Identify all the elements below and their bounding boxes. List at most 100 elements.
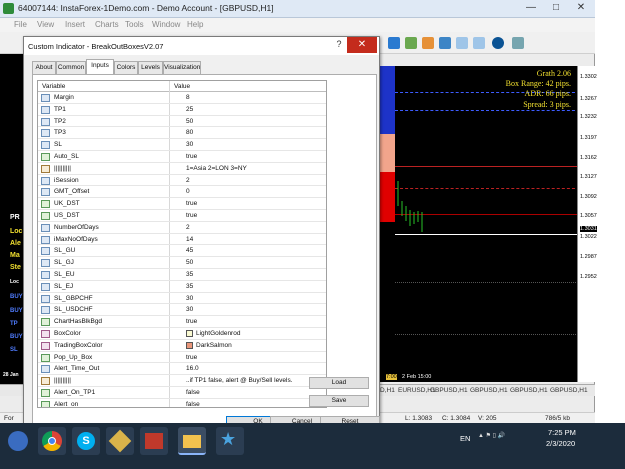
zoom-out-icon[interactable] xyxy=(473,37,485,49)
input-row[interactable]: Alert_Time_Out 16.0 xyxy=(38,363,326,376)
symbol-tab[interactable]: GBPUSD,H1 xyxy=(430,387,468,394)
color-swatch[interactable] xyxy=(186,341,193,349)
input-value[interactable]: true xyxy=(186,212,197,219)
file-explorer-icon[interactable] xyxy=(178,427,206,455)
clock-time[interactable]: 7:25 PM xyxy=(548,428,576,437)
start-icon[interactable] xyxy=(8,431,28,451)
tray-icons[interactable]: ▲ ⚑ ▯ 🔊 xyxy=(478,432,505,439)
input-value[interactable]: 30 xyxy=(186,295,193,302)
input-row[interactable]: iMaxNoOfDays 14 xyxy=(38,234,326,246)
app-icon[interactable] xyxy=(106,427,134,455)
input-row[interactable]: BoxColor LightGoldenrod xyxy=(38,328,326,340)
input-value[interactable]: 25 xyxy=(186,106,193,113)
color-swatch[interactable] xyxy=(186,330,193,337)
tab-colors[interactable]: Colors xyxy=(114,61,138,74)
symbol-tab[interactable]: GBPUSD,H1 xyxy=(510,387,548,394)
help-button[interactable]: ? xyxy=(332,39,346,52)
input-row[interactable]: Pop_Up_Box true xyxy=(38,352,326,364)
input-row[interactable]: US_DST true xyxy=(38,210,326,222)
input-row[interactable]: TP1 25 xyxy=(38,104,326,116)
tab-visualization[interactable]: Visualization xyxy=(163,61,201,74)
input-value[interactable]: 50 xyxy=(186,118,193,125)
input-row[interactable]: |||||||||| 1=Asia 2=LON 3=NY xyxy=(38,163,326,175)
symbol-tab[interactable]: GBPUSD,H1 xyxy=(550,387,588,394)
input-row[interactable]: |||||||||| ..if TP1 false, alert @ Buy/Se… xyxy=(38,375,326,387)
input-row[interactable]: SL_EU 35 xyxy=(38,269,326,281)
input-row[interactable]: TradingBoxColor DarkSalmon xyxy=(38,340,326,352)
chrome-icon[interactable] xyxy=(38,427,66,455)
input-value[interactable]: 50 xyxy=(186,259,193,266)
menu-file[interactable]: File xyxy=(14,20,27,29)
input-row[interactable]: Alert_on false xyxy=(38,399,326,407)
input-row[interactable]: NumberOfDays 2 xyxy=(38,222,326,234)
zoom-in-icon[interactable] xyxy=(456,37,468,49)
load-button[interactable]: Load xyxy=(309,377,369,389)
input-value[interactable]: LightGoldenrod xyxy=(196,330,240,337)
input-row[interactable]: GMT_Offset 0 xyxy=(38,186,326,199)
input-value[interactable]: 35 xyxy=(186,271,193,278)
input-value[interactable]: 45 xyxy=(186,247,193,254)
input-value[interactable]: 30 xyxy=(186,141,193,148)
input-value[interactable]: true xyxy=(186,153,197,160)
input-value[interactable]: true xyxy=(186,354,197,361)
input-row[interactable]: ChartHasBlkBgd true xyxy=(38,316,326,328)
input-row[interactable]: UK_DST true xyxy=(38,198,326,210)
symbol-tab[interactable]: D,H1 xyxy=(380,387,395,394)
input-row[interactable]: Alert_On_TP1 false xyxy=(38,387,326,399)
clock-icon[interactable] xyxy=(492,37,504,49)
input-value[interactable]: 30 xyxy=(186,306,193,313)
tab-about[interactable]: About xyxy=(32,61,56,74)
input-value[interactable]: false xyxy=(186,389,200,396)
gift-app-icon[interactable] xyxy=(140,427,168,455)
minimize-button[interactable]: — xyxy=(520,0,542,16)
input-value[interactable]: 2 xyxy=(186,224,190,231)
skype-icon[interactable]: S xyxy=(72,427,100,455)
menu-tools[interactable]: Tools xyxy=(125,20,144,29)
tab-common[interactable]: Common xyxy=(56,61,86,74)
maximize-button[interactable]: □ xyxy=(545,0,567,16)
input-value[interactable]: ..if TP1 false, alert @ Buy/Sell levels. xyxy=(186,377,293,384)
input-value[interactable]: 0 xyxy=(186,188,190,195)
input-row[interactable]: TP2 50 xyxy=(38,116,326,128)
dialog-close-button[interactable]: ✕ xyxy=(347,37,377,53)
input-row[interactable]: SL_GU 45 xyxy=(38,245,326,258)
close-window-button[interactable]: ✕ xyxy=(570,0,592,16)
templates-icon[interactable] xyxy=(512,37,524,49)
save-button[interactable]: Save xyxy=(309,395,369,407)
input-row[interactable]: SL 30 xyxy=(38,139,326,151)
tab-inputs[interactable]: Inputs xyxy=(86,59,114,74)
menu-help[interactable]: Help xyxy=(187,20,203,29)
input-value[interactable]: 35 xyxy=(186,283,193,290)
input-row[interactable]: TP3 80 xyxy=(38,127,326,140)
input-value[interactable]: true xyxy=(186,318,197,325)
chart-type-icon[interactable] xyxy=(405,37,417,49)
candles-icon[interactable] xyxy=(422,37,434,49)
tab-levels[interactable]: Levels xyxy=(138,61,163,74)
input-value[interactable]: 16.0 xyxy=(186,365,199,372)
menu-window[interactable]: Window xyxy=(152,20,180,29)
language-indicator[interactable]: EN xyxy=(460,434,470,443)
input-row[interactable]: SL_USDCHF 30 xyxy=(38,304,326,317)
line-icon[interactable] xyxy=(439,37,451,49)
input-row[interactable]: Margin 8 xyxy=(38,92,326,104)
input-row[interactable]: SL_EJ 35 xyxy=(38,281,326,293)
symbol-tab[interactable]: GBPUSD,H1 xyxy=(470,387,508,394)
input-row[interactable]: Auto_SL true xyxy=(38,151,326,163)
input-value[interactable]: false xyxy=(186,401,200,407)
input-value[interactable]: true xyxy=(186,200,197,207)
input-value[interactable]: 1=Asia 2=LON 3=NY xyxy=(186,165,247,172)
menu-charts[interactable]: Charts xyxy=(95,20,119,29)
input-value[interactable]: 2 xyxy=(186,177,190,184)
input-row[interactable]: SL_GBPCHF 30 xyxy=(38,293,326,305)
menu-view[interactable]: View xyxy=(37,20,54,29)
input-value[interactable]: DarkSalmon xyxy=(196,342,232,349)
period-icon[interactable] xyxy=(388,37,400,49)
input-row[interactable]: SL_GJ 50 xyxy=(38,257,326,269)
input-value[interactable]: 80 xyxy=(186,129,193,136)
metatrader-icon[interactable]: ★ xyxy=(216,427,244,455)
input-value[interactable]: 8 xyxy=(186,94,190,101)
clock-date[interactable]: 2/3/2020 xyxy=(546,439,575,448)
input-row[interactable]: iSession 2 xyxy=(38,175,326,187)
input-value[interactable]: 14 xyxy=(186,236,193,243)
menu-insert[interactable]: Insert xyxy=(65,20,85,29)
